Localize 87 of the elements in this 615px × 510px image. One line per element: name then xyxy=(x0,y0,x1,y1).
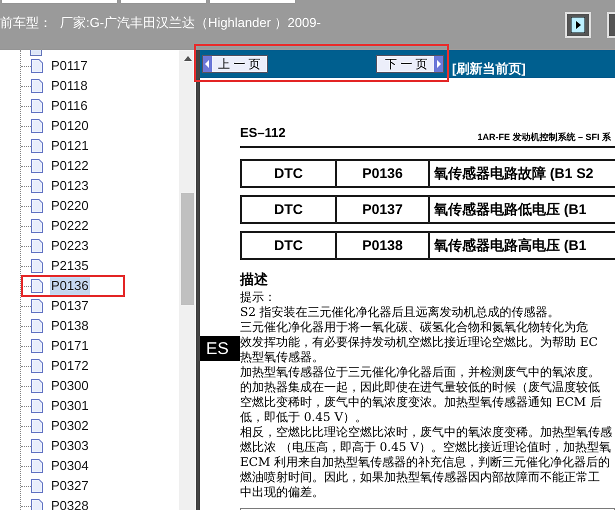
scroll-up-icon[interactable] xyxy=(184,56,192,61)
dtc-code: P0136 xyxy=(335,160,428,186)
tree-item[interactable]: P0116 xyxy=(50,96,89,116)
tree-item[interactable]: P0300 xyxy=(50,376,90,396)
document-icon xyxy=(31,379,43,393)
arrow-right-icon xyxy=(571,17,585,33)
description-line: 热型氧传感器。 xyxy=(240,350,325,364)
description-line: 效发挥功能，有必要保持发动机空燃比接近理论空燃比。为帮助 EC xyxy=(240,334,599,350)
panel-toggle-button[interactable] xyxy=(565,12,591,38)
tree-item[interactable]: P0327 xyxy=(50,476,90,496)
tree-item[interactable]: P0123 xyxy=(50,176,90,196)
tree-item[interactable]: P0222 xyxy=(50,216,90,236)
dtc-label: DTC xyxy=(273,236,304,254)
description-line: 低，即低于 0.45 V）。 xyxy=(240,410,368,424)
document-icon xyxy=(31,119,43,133)
tree-item[interactable]: P0117 xyxy=(50,56,89,76)
section-heading: 描述 xyxy=(240,270,269,288)
document-icon xyxy=(31,159,43,173)
tree-item[interactable]: P0301 xyxy=(50,396,90,416)
description-line: 燃油喷射时间。因此，如果加热型氧传感器因内部故障而不能正常工 xyxy=(240,470,601,484)
description-line: S2 指安装在三元催化净化器后且远离发动机总成的传感器。 xyxy=(240,304,561,320)
description-line: 加热型氧传感器位于三元催化净化器后面，并检测废气中的氧浓度。 xyxy=(240,364,601,380)
document-icon xyxy=(31,439,43,453)
document-icon xyxy=(31,279,43,293)
dtc-code: P0137 xyxy=(335,196,428,222)
description-line: 提示： xyxy=(240,290,277,304)
description-line: ECM 利用来自加热型氧传感器的补充信息，判断三元催化净化器后的 xyxy=(240,454,612,470)
document-icon xyxy=(31,339,43,353)
dtc-code: P0138 xyxy=(335,232,428,258)
tree-item[interactable]: P0304 xyxy=(50,456,90,476)
description-line: 相反，空燃比比理论空燃比浓时，废气中的氧浓度变稀。加热型氧传感 xyxy=(240,424,613,440)
document-icon xyxy=(31,99,43,113)
vehicle-label: 前车型： xyxy=(0,14,52,32)
dtc-label: DTC xyxy=(273,200,304,218)
document-icon xyxy=(31,359,43,373)
arrow-left-icon xyxy=(203,56,212,72)
description-line: 三元催化净化器用于将一氧化碳、碳氢化合物和氮氧化物转化为危 xyxy=(240,320,589,334)
tab[interactable] xyxy=(2,0,117,3)
document-icon xyxy=(31,79,43,93)
tree-item[interactable]: P0138 xyxy=(50,316,90,336)
tree-item[interactable]: P0223 xyxy=(50,236,90,256)
scrollbar-thumb[interactable] xyxy=(181,193,194,305)
document-icon xyxy=(31,419,43,433)
description-line: 空燃比变稀时，废气中的氧浓度变浓。加热型氧传感器通知 ECM 后 xyxy=(240,394,603,410)
description-line: 燃比浓 （电压高，即高于 0.45 V）。空燃比接近理论值时，加热型氧 xyxy=(240,440,612,454)
refresh-page-link[interactable]: [刷新当前页] xyxy=(452,59,526,79)
document-icon xyxy=(31,259,43,273)
next-page-button[interactable]: 下 一 页 xyxy=(376,55,444,73)
tree-item[interactable]: P0171 xyxy=(50,336,90,356)
document-icon xyxy=(31,479,43,493)
section-title: 1AR-FE 发动机控制系统 – SFI 系 xyxy=(477,131,611,144)
tree-item[interactable]: P0220 xyxy=(50,196,90,216)
vehicle-name: 厂家:G-广汽丰田汉兰达（Highlander ）2009- xyxy=(60,14,321,32)
page-number: ES–112 xyxy=(240,124,286,142)
tree-item[interactable]: P0303 xyxy=(50,436,90,456)
dtc-label: DTC xyxy=(273,164,304,182)
dtc-title: 氧传感器电路故障 (B1 S2 xyxy=(428,160,615,186)
document-icon xyxy=(31,59,43,73)
tree-item[interactable]: P0120 xyxy=(50,116,90,136)
tab[interactable] xyxy=(210,0,295,3)
tree-item[interactable]: P2135 xyxy=(50,256,90,276)
document-icon xyxy=(31,299,43,313)
document-icon xyxy=(31,179,43,193)
document-icon xyxy=(31,459,43,473)
previous-page-button[interactable]: 上 一 页 xyxy=(202,55,268,73)
tab[interactable] xyxy=(121,0,206,3)
tree-item[interactable]: P0118 xyxy=(50,76,89,96)
tree-item[interactable]: P0122 xyxy=(50,156,90,176)
scrollbar[interactable] xyxy=(179,50,196,510)
window-button[interactable] xyxy=(607,12,615,38)
tree-item[interactable]: P0302 xyxy=(50,416,90,436)
tree-item[interactable]: P0136 xyxy=(50,276,90,296)
dtc-title: 氧传感器电路低电压 (B1 xyxy=(428,196,615,222)
document-icon xyxy=(31,239,43,253)
document-icon xyxy=(31,139,43,153)
description-line: 中出现的偏差。 xyxy=(240,484,325,500)
document-icon xyxy=(31,499,43,510)
arrow-right-icon xyxy=(434,56,443,72)
tree-item[interactable]: P0137 xyxy=(50,296,90,316)
tree-item[interactable]: P0121 xyxy=(50,136,90,156)
document-icon xyxy=(31,199,43,213)
tree-item[interactable]: P0172 xyxy=(50,356,90,376)
document-icon xyxy=(31,219,43,233)
description-line: 的加热器集成在一起，因此即使在进气量较低的时候（废气温度较低 xyxy=(240,380,601,394)
document-icon xyxy=(31,319,43,333)
document-icon xyxy=(31,399,43,413)
dtc-title: 氧传感器电路高电压 (B1 xyxy=(428,232,615,258)
